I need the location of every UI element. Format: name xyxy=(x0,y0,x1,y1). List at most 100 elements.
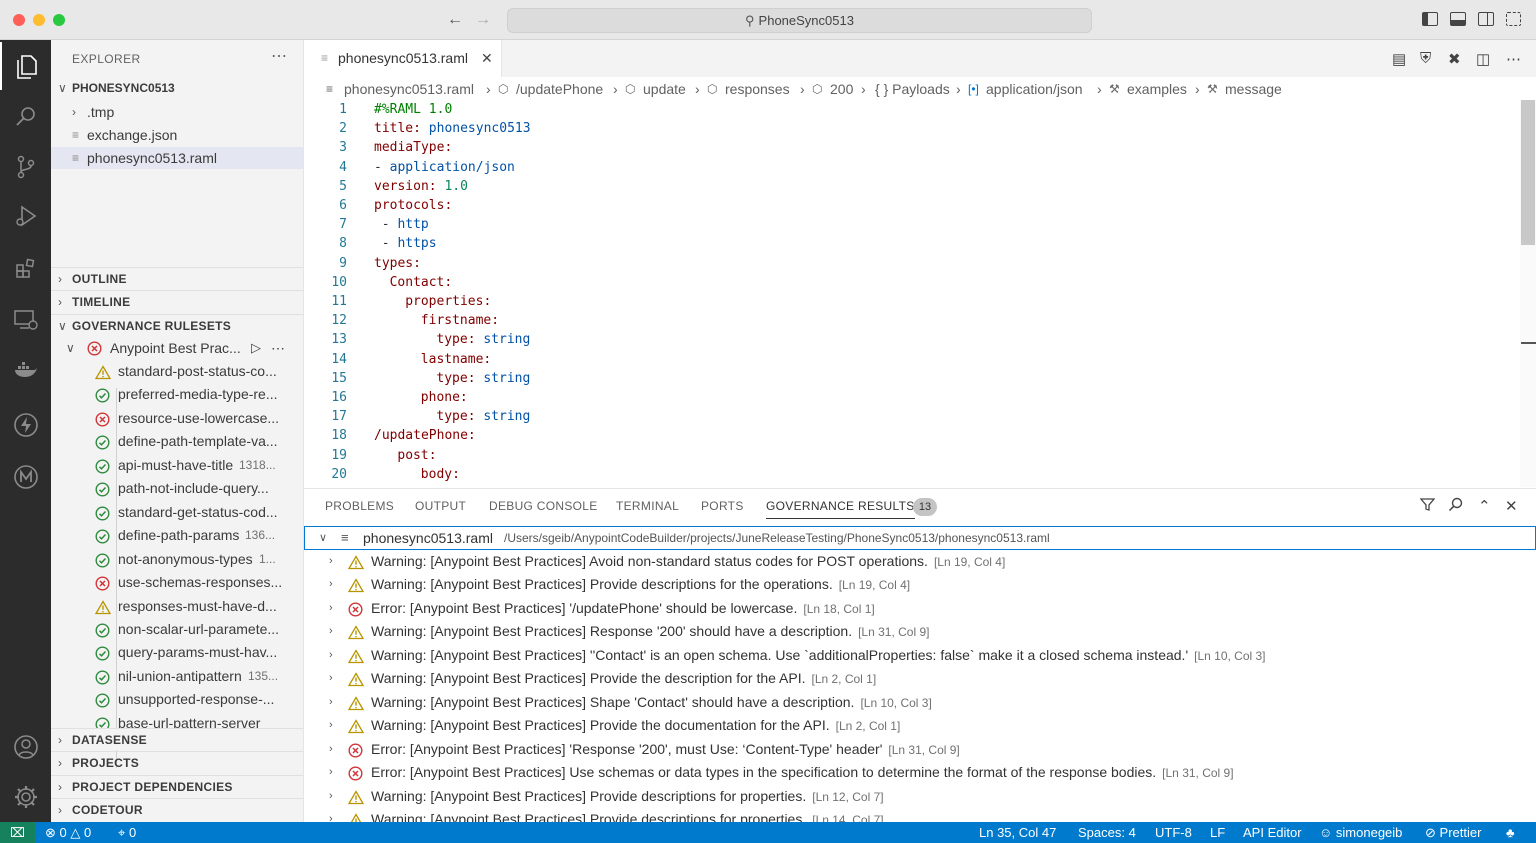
result-item[interactable]: › Warning: [Anypoint Best Practices] Prov… xyxy=(304,808,1536,822)
section-codetour[interactable]: › CODETOUR xyxy=(51,798,303,820)
result-item[interactable]: › Warning: [Anypoint Best Practices] Resp… xyxy=(304,620,1536,643)
back-arrow-icon[interactable]: ← xyxy=(447,11,463,29)
explorer-icon[interactable] xyxy=(0,42,51,90)
editor-more-icon[interactable]: ⋯ xyxy=(1506,50,1521,68)
remote-indicator-icon[interactable]: ⌧ xyxy=(0,822,35,843)
rule-item[interactable]: query-params-must-hav... xyxy=(51,641,303,664)
section-timeline[interactable]: › TIMELINE xyxy=(51,290,303,312)
result-item[interactable]: › Warning: [Anypoint Best Practices] Prov… xyxy=(304,714,1536,737)
close-tab-icon[interactable]: ✕ xyxy=(481,40,493,77)
search-icon[interactable] xyxy=(0,92,51,140)
breadcrumb-item[interactable]: responses xyxy=(725,77,790,101)
rule-item[interactable]: use-schemas-responses... xyxy=(51,571,303,594)
section-outline[interactable]: › OUTLINE xyxy=(51,267,303,289)
result-item[interactable]: › Error: [Anypoint Best Practices] '/upda… xyxy=(304,597,1536,620)
compare-icon[interactable]: ✖ xyxy=(1448,50,1461,68)
ports-indicator[interactable]: ⌖ 0 xyxy=(118,822,136,843)
rule-item[interactable]: unsupported-response-... xyxy=(51,688,303,711)
breadcrumb-item[interactable]: examples xyxy=(1127,77,1187,101)
breadcrumb-item[interactable]: { } Payloads xyxy=(875,77,950,101)
breadcrumb-item[interactable]: message xyxy=(1225,77,1282,101)
run-and-debug-icon[interactable] xyxy=(0,192,51,240)
encoding[interactable]: UTF-8 xyxy=(1155,822,1192,843)
docker-icon[interactable] xyxy=(0,348,51,396)
mulesoft-icon[interactable] xyxy=(0,452,51,500)
result-item[interactable]: › Warning: [Anypoint Best Practices] Shap… xyxy=(304,691,1536,714)
breadcrumb-item[interactable]: update xyxy=(643,77,686,101)
problems-indicator[interactable]: ⊗ 0 △ 0 xyxy=(45,822,91,843)
notifications-bell-icon[interactable]: ♣ xyxy=(1506,822,1515,843)
tab-debug-console[interactable]: DEBUG CONSOLE xyxy=(489,499,598,513)
tree-item-raml[interactable]: ≡ phonesync0513.raml xyxy=(51,147,303,169)
maximize-panel-icon[interactable]: ⌃ xyxy=(1478,497,1491,515)
rule-item[interactable]: standard-get-status-cod... xyxy=(51,501,303,524)
filter-icon[interactable] xyxy=(1419,497,1436,516)
section-projects[interactable]: › PROJECTS xyxy=(51,751,303,773)
settings-gear-icon[interactable] xyxy=(0,772,51,820)
cursor-position[interactable]: Ln 35, Col 47 xyxy=(979,822,1056,843)
editor-scrollbar-thumb[interactable] xyxy=(1521,100,1535,245)
run-ruleset-icon[interactable]: ▷ xyxy=(251,337,261,359)
remote-explorer-icon[interactable] xyxy=(0,296,51,344)
breadcrumb-item[interactable]: application/json xyxy=(986,77,1083,101)
minimize-window-button[interactable] xyxy=(33,14,45,26)
section-datasense[interactable]: › DATASENSE xyxy=(51,728,303,750)
result-item[interactable]: › Warning: [Anypoint Best Practices] Prov… xyxy=(304,785,1536,808)
tree-item-tmp[interactable]: › .tmp xyxy=(51,101,303,123)
ruleset-more-icon[interactable]: ⋯ xyxy=(271,337,285,359)
language-mode[interactable]: API Editor xyxy=(1243,822,1302,843)
breadcrumb-item[interactable]: /updatePhone xyxy=(516,77,603,101)
rule-item[interactable]: standard-post-status-co... xyxy=(51,360,303,383)
split-editor-icon[interactable]: ◫ xyxy=(1476,50,1490,68)
end-of-line[interactable]: LF xyxy=(1210,822,1225,843)
rule-item[interactable]: define-path-params 136... xyxy=(51,524,303,547)
rule-item[interactable]: not-anonymous-types 1... xyxy=(51,548,303,571)
toggle-primary-sidebar-icon[interactable] xyxy=(1422,12,1438,26)
rule-item[interactable]: define-path-template-va... xyxy=(51,430,303,453)
result-item[interactable]: › Error: [Anypoint Best Practices] Use sc… xyxy=(304,761,1536,784)
account-icon[interactable] xyxy=(0,722,51,770)
tab-governance-results[interactable]: GOVERNANCE RESULTS xyxy=(766,499,915,519)
governance-shield-icon[interactable]: ⛨ xyxy=(1420,50,1431,67)
extensions-icon[interactable] xyxy=(0,244,51,292)
results-file-row[interactable]: ∨ ≡ phonesync0513.raml /Users/sgeib/Anyp… xyxy=(304,526,1536,550)
close-window-button[interactable] xyxy=(13,14,25,26)
source-control-icon[interactable] xyxy=(0,142,51,190)
close-panel-icon[interactable]: ✕ xyxy=(1505,497,1518,515)
tab-terminal[interactable]: TERMINAL xyxy=(616,499,679,513)
rule-item[interactable]: nil-union-antipattern 135... xyxy=(51,665,303,688)
rule-item[interactable]: resource-use-lowercase... xyxy=(51,407,303,430)
rule-item[interactable]: preferred-media-type-re... xyxy=(51,383,303,406)
editor-tab-raml[interactable]: ≡ phonesync0513.raml ✕ xyxy=(304,40,502,77)
project-folder[interactable]: ∨ PHONESYNC0513 xyxy=(51,77,303,99)
rule-item[interactable]: responses-must-have-d... xyxy=(51,595,303,618)
prettier-status[interactable]: ⊘ Prettier xyxy=(1425,822,1481,843)
section-project-dependencies[interactable]: › PROJECT DEPENDENCIES xyxy=(51,775,303,797)
command-center-search[interactable]: ⚲ PhoneSync0513 xyxy=(507,8,1092,33)
rule-item[interactable]: api-must-have-title 1318... xyxy=(51,454,303,477)
indentation[interactable]: Spaces: 4 xyxy=(1078,822,1136,843)
lightning-icon[interactable] xyxy=(0,400,51,448)
section-governance-rulesets[interactable]: ∨ GOVERNANCE RULESETS xyxy=(51,314,303,336)
tab-output[interactable]: OUTPUT xyxy=(415,499,466,513)
result-item[interactable]: › Warning: [Anypoint Best Practices] Prov… xyxy=(304,573,1536,596)
result-item[interactable]: › Warning: [Anypoint Best Practices] Avoi… xyxy=(304,550,1536,573)
open-preview-icon[interactable]: ▤ xyxy=(1392,50,1406,68)
breadcrumb-item[interactable]: 200 xyxy=(830,77,853,101)
tree-item-exchange-json[interactable]: ≡ exchange.json xyxy=(51,124,303,146)
result-item[interactable]: › Warning: [Anypoint Best Practices] Prov… xyxy=(304,667,1536,690)
tab-ports[interactable]: PORTS xyxy=(701,499,744,513)
breadcrumb-item[interactable]: phonesync0513.raml xyxy=(344,77,474,101)
code-editor[interactable]: 1 #%RAML 1.0 2 title: phonesync0513 3 mediaTy… xyxy=(304,100,1519,487)
result-item[interactable]: › Error: [Anypoint Best Practices] 'Respo… xyxy=(304,738,1536,761)
toggle-panel-icon[interactable] xyxy=(1450,12,1466,26)
more-actions-icon[interactable]: ⋯ xyxy=(271,46,287,66)
toggle-secondary-sidebar-icon[interactable] xyxy=(1478,12,1494,26)
panel-search-icon[interactable] xyxy=(1448,497,1463,516)
tab-problems[interactable]: PROBLEMS xyxy=(325,499,394,513)
maximize-window-button[interactable] xyxy=(53,14,65,26)
result-item[interactable]: › Warning: [Anypoint Best Practices] ''Co… xyxy=(304,644,1536,667)
ruleset-item[interactable]: ∨ Anypoint Best Prac... ▷ ⋯ xyxy=(51,337,303,359)
user-account[interactable]: ☺ simonegeib xyxy=(1319,822,1402,843)
rule-item[interactable]: non-scalar-url-paramete... xyxy=(51,618,303,641)
